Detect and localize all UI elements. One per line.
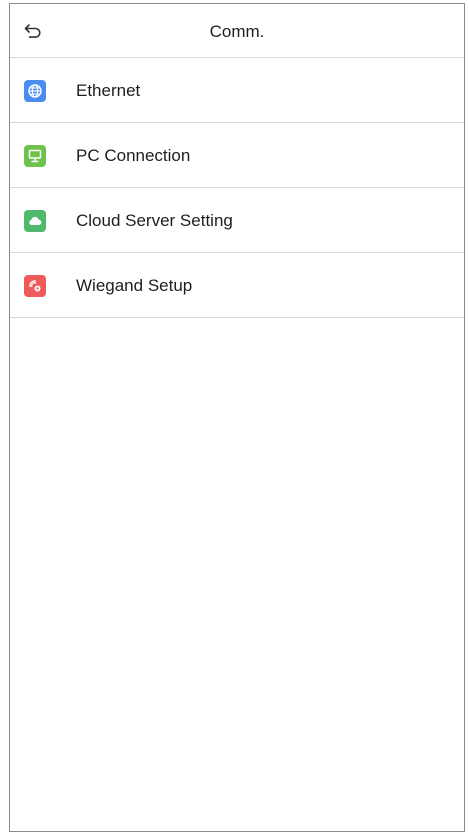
signal-gear-icon	[24, 275, 46, 297]
globe-icon	[24, 80, 46, 102]
menu-item-label: Ethernet	[76, 81, 141, 100]
menu-item-label: PC Connection	[76, 146, 191, 165]
menu-item-ethernet[interactable]: Ethernet	[10, 58, 464, 123]
menu-item-label: Wiegand Setup	[76, 276, 193, 295]
menu-item-label: Cloud Server Setting	[76, 211, 233, 230]
monitor-icon	[24, 145, 46, 167]
menu-item-cloud-server-setting[interactable]: Cloud Server Setting	[10, 188, 464, 253]
menu-item-pc-connection[interactable]: PC Connection	[10, 123, 464, 188]
back-button[interactable]	[20, 18, 46, 44]
cloud-icon	[24, 210, 46, 232]
comm-menu: Ethernet PC Connection Cloud Server Sett…	[10, 58, 464, 318]
header-bar: Comm.	[10, 4, 464, 58]
comm-screen: Comm. Ethernet PC Connection Cloud Serve…	[9, 3, 465, 832]
menu-item-wiegand-setup[interactable]: Wiegand Setup	[10, 253, 464, 318]
back-arrow-icon	[24, 24, 41, 38]
page-title: Comm.	[209, 22, 265, 41]
